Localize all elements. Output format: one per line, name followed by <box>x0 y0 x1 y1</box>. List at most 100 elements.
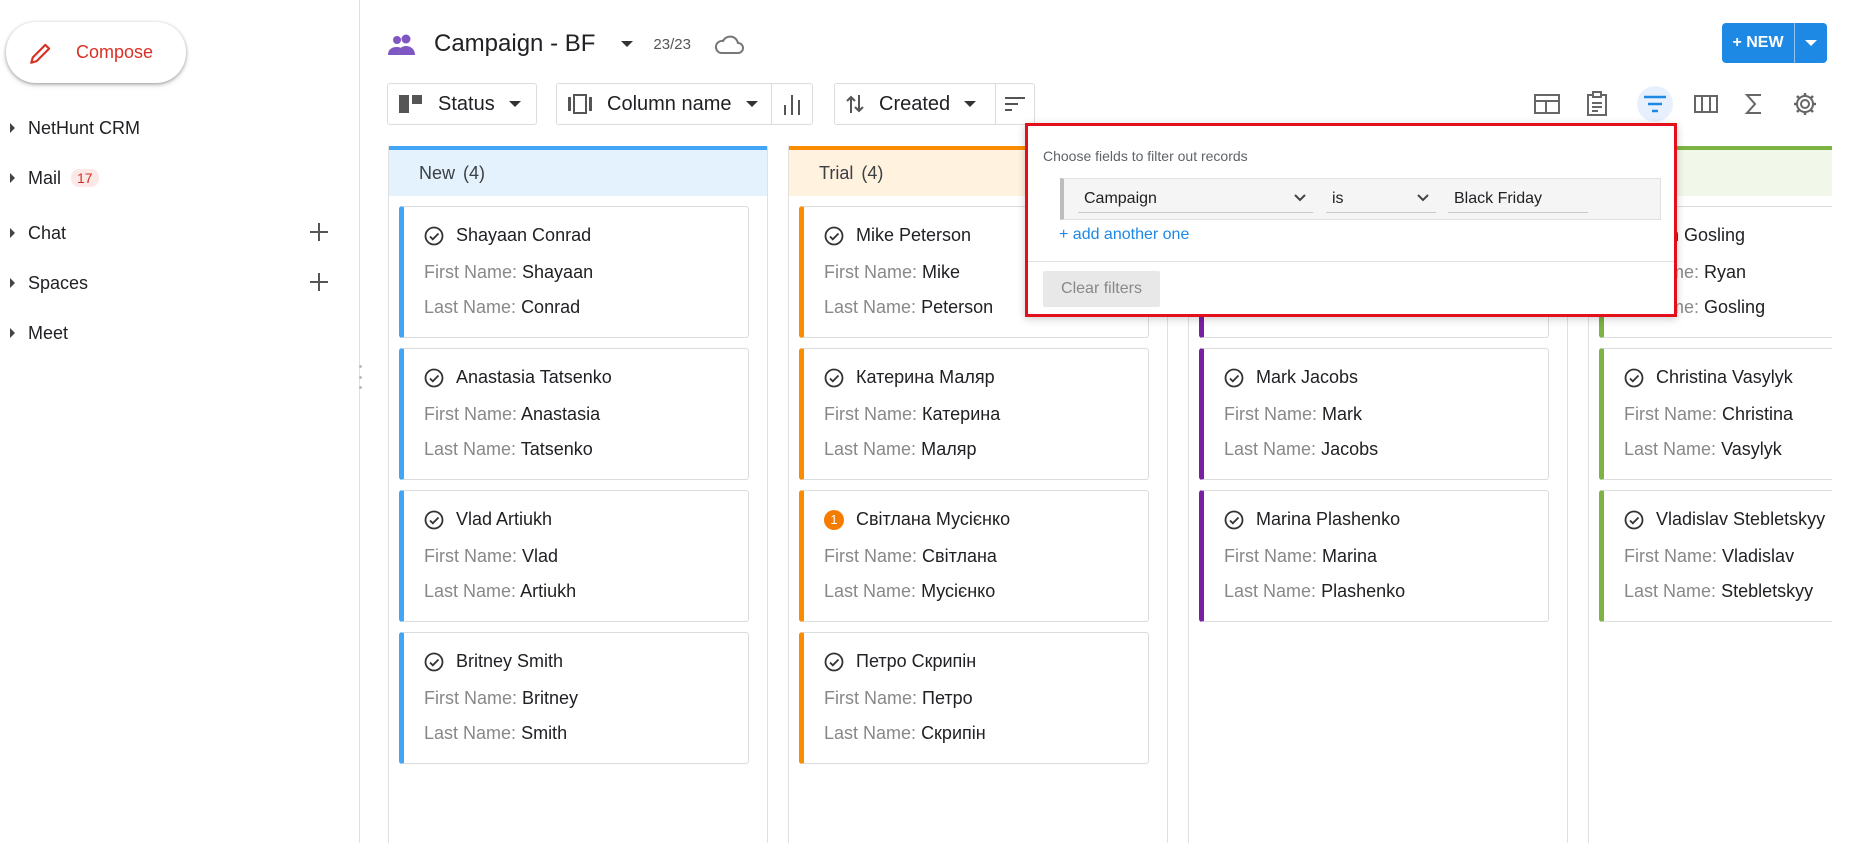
field-label: Last Name: <box>1224 439 1317 459</box>
card-layout-icon <box>1534 94 1560 114</box>
first-name-field: First Name: Петро <box>824 688 973 709</box>
field-label: First Name: <box>824 404 918 424</box>
field-label: Last Name: <box>824 297 917 317</box>
filter-value-input[interactable]: Black Friday <box>1448 185 1588 213</box>
compose-button[interactable]: Compose <box>6 22 186 83</box>
field-value: Мусієнко <box>921 581 996 601</box>
record-card[interactable]: Marina Plashenko First Name: Marina Last N… <box>1199 490 1549 622</box>
alert-badge: 1 <box>824 509 844 530</box>
group-by-segment[interactable]: Status <box>388 84 531 124</box>
clipboard-icon <box>1587 91 1607 116</box>
summary-button[interactable] <box>1736 86 1772 122</box>
add-filter-link[interactable]: + add another one <box>1059 226 1189 244</box>
sidebar-item-label: Meet <box>28 322 69 343</box>
chevron-down-icon <box>745 101 758 107</box>
group-by-select[interactable]: Status <box>387 83 537 125</box>
card-name: Mike Peterson <box>856 225 972 245</box>
last-name-field: Last Name: Jacobs <box>1224 439 1378 460</box>
columns-button[interactable] <box>1688 86 1724 122</box>
plus-icon[interactable] <box>308 221 330 243</box>
column-count: (4) <box>463 162 486 183</box>
card-title: 1 Світлана Мусієнко <box>824 509 1010 530</box>
column-name-segment[interactable]: Column name <box>557 84 771 124</box>
field-value: Mark <box>1322 404 1363 424</box>
new-button-dropdown[interactable] <box>1795 23 1827 63</box>
card-title: Mark Jacobs <box>1224 367 1358 388</box>
sidebar-item-nethunt[interactable]: NetHunt CRM <box>0 108 350 148</box>
field-label: First Name: <box>424 262 518 282</box>
column-header[interactable]: New (4) <box>389 146 767 196</box>
chevron-down-icon <box>1805 40 1817 46</box>
sort-direction-toggle[interactable] <box>995 84 1034 124</box>
check-circle-icon <box>424 226 444 245</box>
filter-field-select[interactable]: Campaign <box>1078 185 1313 213</box>
check-circle-icon <box>1624 510 1644 529</box>
field-value: Ryan <box>1704 262 1747 282</box>
field-label: Last Name: <box>1624 581 1717 601</box>
record-card[interactable]: Anastasia Tatsenko First Name: Anastasia L… <box>399 348 749 480</box>
sidebar-item-spaces[interactable]: Spaces <box>0 263 350 303</box>
record-card[interactable]: Christina Vasylyk First Name: Christina La… <box>1599 348 1832 480</box>
card-name: Vlad Artiukh <box>456 509 553 529</box>
sidebar-item-mail[interactable]: Mail 17 <box>0 158 350 198</box>
sidebar-item-chat[interactable]: Chat <box>0 213 350 253</box>
title-dropdown-icon[interactable] <box>621 41 634 47</box>
sidebar: Compose NetHunt CRM Mail 17 Chat Spaces … <box>0 0 363 843</box>
column-title: Trial <box>819 162 854 183</box>
record-card[interactable]: 1 Світлана Мусієнко First Name: Світлана La… <box>799 490 1149 622</box>
check-circle-icon <box>824 652 844 671</box>
filter-button[interactable] <box>1637 86 1673 122</box>
expand-caret-icon[interactable] <box>10 228 15 238</box>
last-name-field: Last Name: Маляр <box>824 439 977 460</box>
last-name-field: Last Name: Tatsenko <box>424 439 593 460</box>
sigma-icon <box>1744 94 1761 114</box>
sort-select[interactable]: Created <box>834 83 1035 125</box>
expand-caret-icon[interactable] <box>10 123 15 133</box>
field-value: Conrad <box>521 297 581 317</box>
record-card[interactable]: Катерина Маляр First Name: Катерина Last N… <box>799 348 1149 480</box>
expand-caret-icon[interactable] <box>10 278 15 288</box>
field-label: First Name: <box>1224 404 1318 424</box>
check-circle-icon <box>1224 368 1244 387</box>
check-circle-icon <box>424 510 444 529</box>
card-view-button[interactable] <box>1529 86 1565 122</box>
field-value: Vasylyk <box>1721 439 1782 459</box>
sidebar-item-meet[interactable]: Meet <box>0 313 350 353</box>
last-name-field: Last Name: Скрипін <box>824 723 986 744</box>
card-name: Shayaan Conrad <box>456 225 592 245</box>
record-card[interactable]: Vladislav Stebletskyy First Name: Vladisl… <box>1599 490 1832 622</box>
field-value: Скрипін <box>921 723 986 743</box>
new-button-label[interactable]: + NEW <box>1722 23 1795 63</box>
field-label: First Name: <box>824 546 918 566</box>
card-name: Britney Smith <box>456 651 564 671</box>
record-card[interactable]: Mark Jacobs First Name: Mark Last Name: Ja… <box>1199 348 1549 480</box>
expand-caret-icon[interactable] <box>10 328 15 338</box>
clipboard-button[interactable] <box>1579 86 1615 122</box>
last-name-field: Last Name: Peterson <box>824 297 993 318</box>
sort-field-segment[interactable]: Created <box>835 84 995 124</box>
card-name: Mark Jacobs <box>1256 367 1359 387</box>
chart-toggle[interactable] <box>771 84 812 124</box>
record-card[interactable]: Shayaan Conrad First Name: Shayaan Last Na… <box>399 206 749 338</box>
field-value: Vladislav <box>1722 546 1795 566</box>
field-value: Christina <box>1722 404 1794 424</box>
expand-caret-icon[interactable] <box>10 173 15 183</box>
record-card[interactable]: Петро Скрипін First Name: Петро Last Name:… <box>799 632 1149 764</box>
new-record-button[interactable]: + NEW <box>1722 23 1827 63</box>
settings-button[interactable] <box>1787 86 1823 122</box>
record-card[interactable]: Vlad Artiukh First Name: Vlad Last Name: A… <box>399 490 749 622</box>
sort-label: Created <box>879 92 951 115</box>
sidebar-resize-handle[interactable] <box>359 365 363 389</box>
card-title: Anastasia Tatsenko <box>424 367 612 388</box>
column-name-select[interactable]: Column name <box>556 83 813 125</box>
field-label: First Name: <box>424 404 518 424</box>
chevron-down-icon <box>508 101 521 107</box>
record-card[interactable]: Britney Smith First Name: Britney Last Nam… <box>399 632 749 764</box>
sidebar-item-label: Mail <box>28 167 62 188</box>
field-label: Last Name: <box>424 723 517 743</box>
last-name-field: Last Name: Vasylyk <box>1624 439 1782 460</box>
check-circle-icon <box>424 368 444 387</box>
plus-icon[interactable] <box>308 271 330 293</box>
clear-filters-button[interactable]: Clear filters <box>1043 271 1160 307</box>
filter-operator-select[interactable]: is <box>1326 185 1436 213</box>
